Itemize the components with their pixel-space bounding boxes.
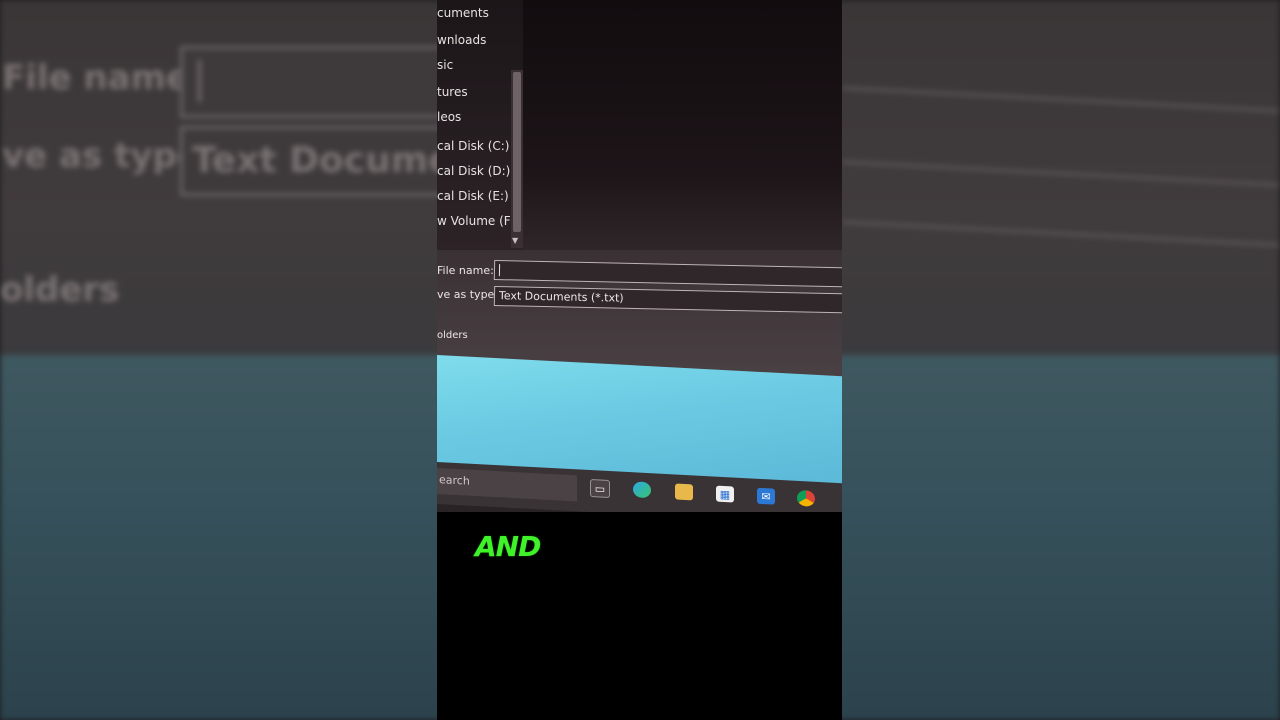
- file-name-input[interactable]: [493, 260, 842, 288]
- video-caption: AND: [475, 530, 541, 563]
- nav-item-pictures[interactable]: tures: [437, 85, 468, 99]
- nav-scrollbar-thumb[interactable]: [513, 72, 521, 232]
- nav-item-videos[interactable]: leos: [437, 110, 461, 124]
- chrome-icon[interactable]: [797, 489, 815, 507]
- file-explorer-icon[interactable]: [675, 483, 693, 501]
- background-save-type-label: ve as type: [2, 136, 200, 176]
- background-file-name-field: [180, 46, 456, 118]
- nav-item-music[interactable]: sic: [437, 58, 453, 72]
- nav-item-local-disk-e[interactable]: cal Disk (E:): [437, 189, 509, 203]
- save-as-type-label: ve as type:: [437, 288, 499, 301]
- mail-icon[interactable]: ✉: [757, 487, 775, 505]
- taskbar-search-text: earch: [439, 473, 470, 488]
- nav-item-downloads[interactable]: wnloads: [437, 33, 486, 47]
- edge-browser-icon[interactable]: [633, 481, 651, 499]
- save-as-type-select[interactable]: Text Documents (*.txt): [493, 286, 842, 314]
- hide-folders-toggle[interactable]: olders: [437, 330, 468, 341]
- taskbar-search-box[interactable]: earch: [437, 468, 577, 502]
- text-caret: [498, 264, 501, 277]
- background-file-name-label: File name: [2, 58, 190, 98]
- task-view-icon[interactable]: ▭: [590, 479, 610, 499]
- background-caret: [198, 60, 201, 102]
- background-folders-label: olders: [0, 270, 120, 310]
- nav-item-local-disk-d[interactable]: cal Disk (D:): [437, 164, 510, 178]
- monitor-view: cuments wnloads sic tures leos cal Disk …: [437, 0, 842, 512]
- save-as-type-value: Text Documents (*.txt): [498, 289, 624, 305]
- video-frame: cuments wnloads sic tures leos cal Disk …: [437, 0, 842, 720]
- store-icon[interactable]: ▦: [716, 485, 734, 503]
- nav-item-documents[interactable]: cuments: [437, 6, 489, 20]
- nav-item-new-volume-f[interactable]: w Volume (F:): [437, 214, 518, 228]
- nav-item-local-disk-c[interactable]: cal Disk (C:): [437, 139, 509, 153]
- file-list-area[interactable]: [523, 0, 842, 250]
- scroll-down-icon[interactable]: ▼: [512, 236, 518, 245]
- file-name-label: File name:: [437, 264, 494, 277]
